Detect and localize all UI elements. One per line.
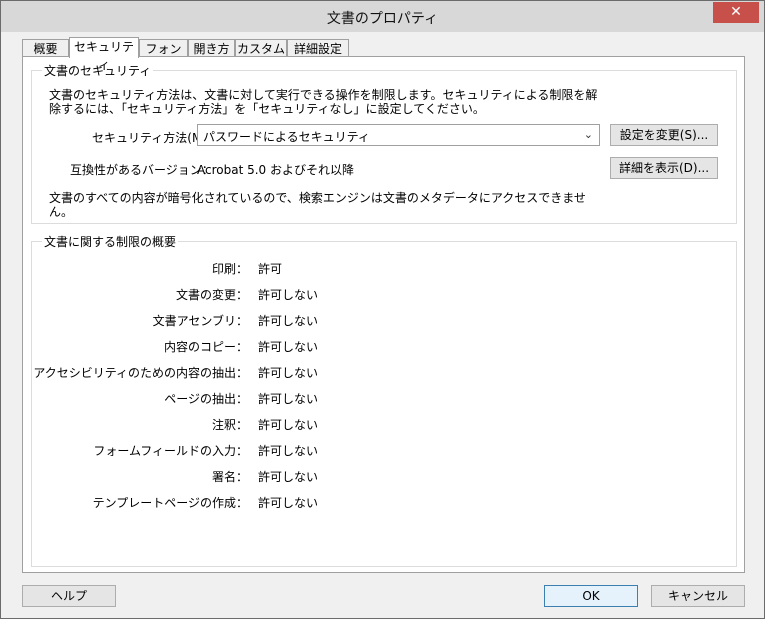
encryption-note-line1: 文書のすべての内容が暗号化されているので、検索エンジンは文書のメタデータにアクセ… <box>49 191 586 205</box>
tab-fonts[interactable]: フォント <box>139 39 188 74</box>
restriction-label: テンプレートページの作成： <box>92 496 248 510</box>
tab-custom[interactable]: カスタム <box>235 39 287 57</box>
ok-button[interactable]: OK <box>544 585 638 607</box>
restriction-value: 許可しない <box>258 418 319 432</box>
change-settings-button[interactable]: 設定を変更(S)... <box>610 124 718 146</box>
restriction-value: 許可しない <box>258 496 319 510</box>
dialog-window: 文書のプロパティ ✕ 概要 セキュリティ フォント 開き方 カスタム 詳細設定 … <box>0 0 765 619</box>
restriction-value: 許可しない <box>258 444 319 458</box>
show-details-button[interactable]: 詳細を表示(D)... <box>610 157 718 179</box>
restriction-label: ページの抽出： <box>164 392 248 406</box>
security-group: 文書のセキュリティ 文書のセキュリティ方法は、文書に対して実行できる操作を制限し… <box>31 62 737 224</box>
tab-panel: 文書のセキュリティ 文書のセキュリティ方法は、文書に対して実行できる操作を制限し… <box>22 56 745 573</box>
restriction-label: 注釈： <box>211 418 248 432</box>
restriction-value: 許可しない <box>258 470 319 484</box>
window-title: 文書のプロパティ <box>326 11 439 27</box>
security-method-select[interactable]: パスワードによるセキュリティ ⌄ <box>197 124 600 146</box>
tab-summary[interactable]: 概要 <box>22 39 69 57</box>
compat-version-value: Acrobat 5.0 およびそれ以降 <box>197 163 354 177</box>
restriction-label: 内容のコピー： <box>163 340 248 354</box>
tab-security[interactable]: セキュリティ <box>69 37 139 72</box>
help-button[interactable]: ヘルプ <box>22 585 116 607</box>
restriction-value: 許可しない <box>258 314 319 328</box>
restriction-label: 印刷： <box>211 262 248 276</box>
security-method-value: パスワードによるセキュリティ <box>203 130 370 144</box>
security-description-line2: 除するには、「セキュリティ方法」を「セキュリティなし」に設定してください。 <box>49 102 485 116</box>
restrictions-group: 文書に関する制限の概要 印刷： 許可 文書の変更： 許可しない 文書アセンブリ：… <box>31 233 737 567</box>
restriction-value: 許可しない <box>258 340 319 354</box>
close-button[interactable]: ✕ <box>713 2 759 23</box>
restriction-label: 署名： <box>211 470 248 484</box>
restriction-value: 許可 <box>258 262 283 276</box>
restriction-value: 許可しない <box>258 366 319 380</box>
restriction-label: 文書の変更： <box>175 288 248 302</box>
title-bar[interactable]: 文書のプロパティ ✕ <box>1 1 764 32</box>
cancel-button[interactable]: キャンセル <box>651 585 745 607</box>
restriction-label: 文書アセンブリ： <box>152 314 248 328</box>
restriction-label: フォームフィールドの入力： <box>93 444 248 458</box>
tab-advanced[interactable]: 詳細設定 <box>287 39 349 57</box>
restriction-label: アクセシビリティのための内容の抽出： <box>33 366 248 380</box>
chevron-down-icon: ⌄ <box>583 128 593 141</box>
close-icon: ✕ <box>730 4 742 20</box>
restriction-value: 許可しない <box>258 392 319 406</box>
restrictions-group-label: 文書に関する制限の概要 <box>42 233 179 250</box>
compat-version-label: 互換性があるバージョン： <box>70 163 214 177</box>
tab-open[interactable]: 開き方 <box>188 39 235 57</box>
restriction-value: 許可しない <box>258 288 319 302</box>
encryption-note-line2: ん。 <box>49 205 74 219</box>
